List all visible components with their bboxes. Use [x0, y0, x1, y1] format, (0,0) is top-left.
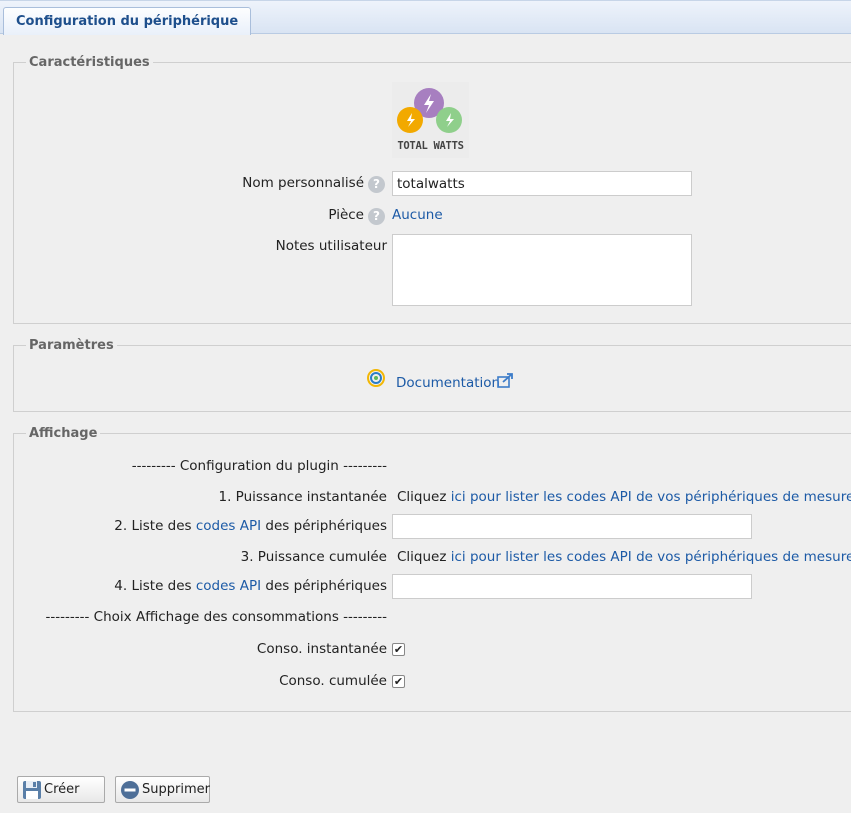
cumulative-power-prefix: Cliquez	[397, 549, 447, 565]
delete-button[interactable]: Supprimer	[115, 776, 210, 803]
display-legend: Affichage	[29, 426, 98, 441]
cumulative-api-codes-input[interactable]	[392, 574, 752, 599]
save-icon	[22, 780, 42, 800]
minus-circle-icon	[120, 780, 140, 800]
create-button[interactable]: Créer	[17, 776, 105, 803]
plugin-config-header: --------- Configuration du plugin ------…	[131, 458, 387, 474]
api-codes-prefix: 2. Liste des	[114, 518, 192, 534]
api-codes-link[interactable]: codes API	[196, 578, 261, 594]
tab-device-configuration[interactable]: Configuration du périphérique	[3, 7, 252, 35]
name-label: Nom personnalisé	[242, 175, 364, 191]
instant-power-label: 1. Puissance instantanée	[218, 489, 388, 505]
notes-label: Notes utilisateur	[275, 238, 387, 254]
api-codes-link[interactable]: codes API	[196, 518, 261, 534]
tab-bar: Configuration du périphérique	[0, 0, 851, 35]
help-icon[interactable]: ?	[368, 208, 385, 225]
create-button-label: Créer	[44, 782, 80, 797]
device-logo: TOTAL WATTS	[392, 82, 469, 158]
logo-text: TOTAL WATTS	[397, 140, 464, 152]
user-notes-textarea[interactable]	[392, 234, 692, 306]
documentation-logo-icon	[367, 369, 385, 387]
conso-instant-checkbox[interactable]: ✔	[392, 643, 405, 656]
display-choice-header: --------- Choix Affichage des consommati…	[45, 609, 387, 625]
characteristics-legend: Caractéristiques	[29, 55, 150, 70]
api-codes-label-2: 4. Liste des codes API des périphériques	[20, 578, 387, 594]
api-codes-prefix: 4. Liste des	[114, 578, 192, 594]
instant-power-prefix: Cliquez	[397, 489, 447, 505]
api-codes-suffix: des périphériques	[265, 518, 387, 534]
external-link-icon[interactable]	[497, 372, 515, 388]
cumulative-power-hint: Cliquez ici pour lister les codes API de…	[397, 549, 851, 565]
conso-cumulative-checkbox[interactable]: ✔	[392, 675, 405, 688]
custom-name-input[interactable]	[392, 171, 692, 196]
cumulative-power-api-link[interactable]: ici pour lister les codes API de vos pér…	[451, 549, 851, 565]
parameters-legend: Paramètres	[29, 338, 114, 353]
api-codes-suffix: des périphériques	[265, 578, 387, 594]
api-codes-label-1: 2. Liste des codes API des périphériques	[20, 518, 387, 534]
conso-cumulative-label: Conso. cumulée	[279, 673, 387, 689]
room-label: Pièce	[328, 207, 364, 223]
help-icon[interactable]: ?	[368, 176, 385, 193]
instant-power-hint: Cliquez ici pour lister les codes API de…	[397, 489, 851, 505]
documentation-link[interactable]: Documentation	[396, 375, 500, 391]
room-link[interactable]: Aucune	[392, 207, 443, 223]
instant-api-codes-input[interactable]	[392, 514, 752, 539]
instant-power-api-link[interactable]: ici pour lister les codes API de vos pér…	[451, 489, 851, 505]
conso-instant-label: Conso. instantanée	[256, 641, 387, 657]
delete-button-label: Supprimer	[142, 782, 210, 797]
cumulative-power-label: 3. Puissance cumulée	[240, 549, 387, 565]
